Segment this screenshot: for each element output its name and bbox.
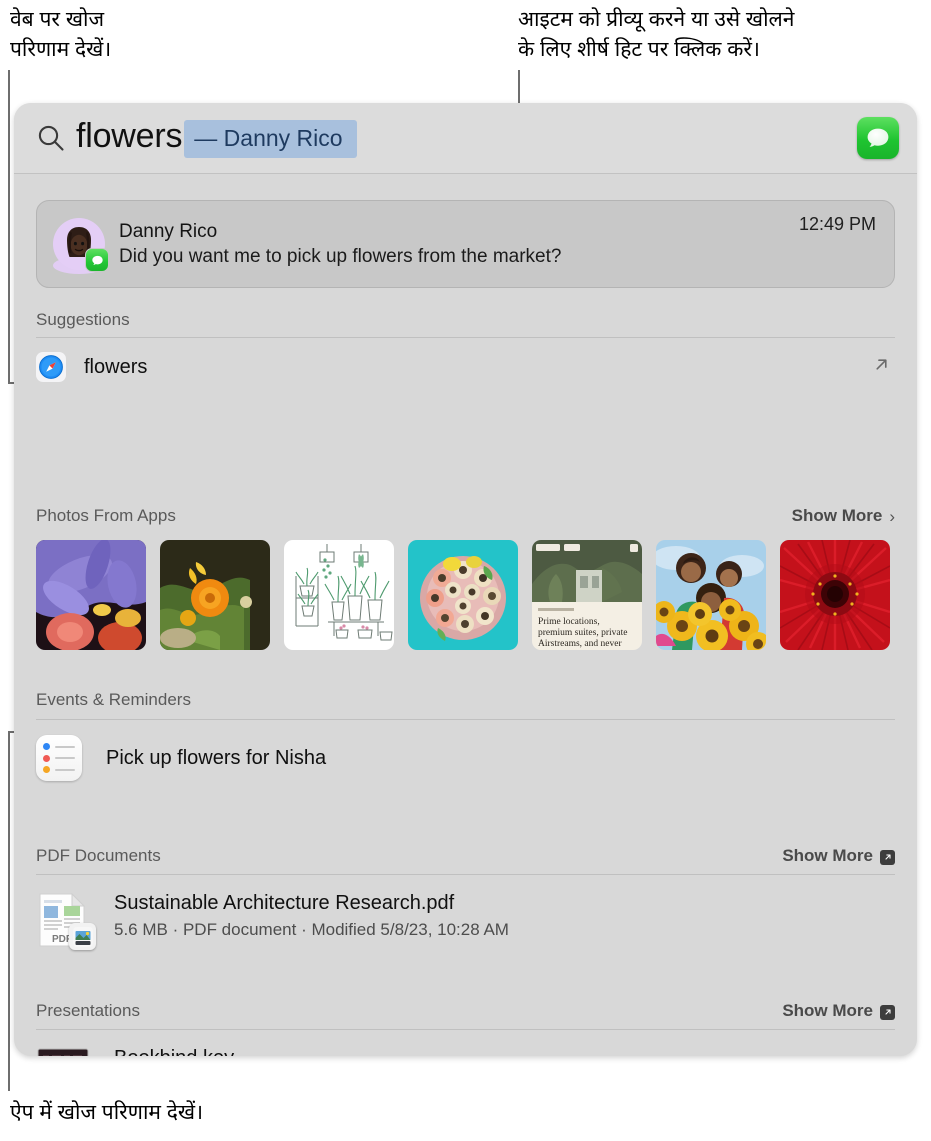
section-header-pdf: PDF Documents Show More <box>36 846 895 866</box>
top-hit-text: Danny Rico Did you want me to pick up fl… <box>119 221 799 268</box>
leader-line-in-app-vertical <box>8 731 10 1091</box>
show-more-presentations-button[interactable]: Show More <box>782 1001 895 1021</box>
svg-text:premium suites, private: premium suites, private <box>538 628 627 638</box>
divider-events <box>36 719 895 720</box>
top-hit-result[interactable]: Danny Rico Did you want me to pick up fl… <box>36 200 895 288</box>
section-title-photos: Photos From Apps <box>36 506 176 525</box>
purple-iris-photo[interactable] <box>36 540 146 650</box>
callout-label-web-results: वेब पर खोज परिणाम देखें। <box>10 8 112 61</box>
section-title-pdf: PDF Documents <box>36 846 161 865</box>
top-hit-sender: Danny Rico <box>119 220 218 242</box>
top-hit-message: Did you want me to pick up flowers from … <box>119 245 562 267</box>
photos-from-apps-strip: Prime locations, premium suites, private… <box>36 540 916 650</box>
safari-icon <box>36 352 66 382</box>
suggestion-label: flowers <box>84 355 148 378</box>
airstream-article-card[interactable]: Prime locations, premium suites, private… <box>532 540 642 650</box>
avatar <box>53 218 109 274</box>
screenshot-root: वेब पर खोज परिणाम देखें। आइटम को प्रीव्य… <box>0 0 931 1141</box>
pdf-file-row[interactable]: PDF Sustainable Architecture Research.pd… <box>36 888 895 950</box>
divider-presentations <box>36 1029 895 1030</box>
presentation-file-text: Bookbind.key 140.2 MB · Keynote Presenta… <box>114 1047 585 1056</box>
svg-text:Prime locations,: Prime locations, <box>538 617 600 627</box>
search-completion-token[interactable]: — Danny Rico <box>184 120 357 158</box>
arrow-up-right-icon[interactable] <box>872 355 891 379</box>
reminder-row[interactable]: Pick up flowers for Nisha <box>36 732 895 784</box>
messages-app-icon[interactable] <box>857 117 899 159</box>
section-title-presentations: Presentations <box>36 1001 140 1020</box>
top-hit-timestamp: 12:49 PM <box>798 214 876 234</box>
show-more-photos-button[interactable]: Show More › <box>792 506 895 526</box>
sunflowers-friends-photo[interactable] <box>656 540 766 650</box>
spotlight-results: Danny Rico Did you want me to pick up fl… <box>14 174 917 1056</box>
messages-badge-icon <box>85 248 109 272</box>
reminders-icon <box>36 735 82 781</box>
spotlight-window: flowers — Danny Rico Danny Rico Did you … <box>14 103 917 1056</box>
show-more-pdf-button[interactable]: Show More <box>782 846 895 866</box>
presentation-file-row[interactable]: BOOKBIND Boo <box>36 1043 895 1056</box>
pdf-file-subtitle: 5.6 MB · PDF document · Modified 5/8/23,… <box>114 920 509 939</box>
open-in-app-icon <box>880 1004 895 1020</box>
divider-pdf <box>36 874 895 875</box>
potted-plants-illustration[interactable] <box>284 540 394 650</box>
section-header-suggestions: Suggestions <box>36 310 895 330</box>
section-header-presentations: Presentations Show More <box>36 1001 895 1021</box>
show-more-photos-label: Show More <box>791 506 883 525</box>
show-more-pdf-label: Show More <box>782 846 873 865</box>
section-title-events: Events & Reminders <box>36 690 191 709</box>
preview-app-badge-icon <box>69 923 96 950</box>
open-in-app-icon <box>880 849 895 865</box>
section-title-suggestions: Suggestions <box>36 310 130 329</box>
pdf-file-title: Sustainable Architecture Research.pdf <box>114 892 455 914</box>
show-more-presentations-label: Show More <box>782 1001 873 1020</box>
red-gerbera-photo[interactable] <box>780 540 890 650</box>
keynote-file-icon: BOOKBIND <box>36 1047 90 1056</box>
section-header-photos: Photos From Apps Show More › <box>36 506 895 526</box>
svg-text:Airstreams, and never: Airstreams, and never <box>538 639 622 649</box>
sushi-platter-photo[interactable] <box>408 540 518 650</box>
divider-suggestions <box>36 337 895 338</box>
suggestion-row-flowers[interactable]: flowers <box>36 344 895 390</box>
search-input-value[interactable]: flowers <box>76 117 182 156</box>
callout-label-in-app-results: ऐप में खोज परिणाम देखें। <box>10 1101 204 1124</box>
spotlight-search-bar[interactable]: flowers — Danny Rico <box>14 103 917 174</box>
pdf-file-icon: PDF <box>36 892 96 950</box>
presentation-file-title: Bookbind.key <box>114 1047 585 1056</box>
leader-line-web-vertical <box>8 70 10 384</box>
search-icon <box>36 123 66 153</box>
reminder-label: Pick up flowers for Nisha <box>106 746 327 769</box>
pdf-file-text: Sustainable Architecture Research.pdf 5.… <box>114 892 509 940</box>
chevron-right-icon: › <box>889 506 895 526</box>
orange-marigold-photo[interactable] <box>160 540 270 650</box>
callout-label-top-hit: आइटम को प्रीव्यू करने या उसे खोलने के लि… <box>518 8 795 61</box>
section-header-events: Events & Reminders <box>36 690 895 710</box>
